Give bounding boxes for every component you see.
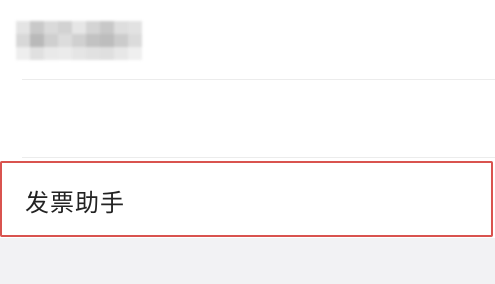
- settings-list-screen: 发票助手: [0, 0, 495, 284]
- obscured-text-block: [16, 21, 142, 60]
- list-item-obscured-2[interactable]: [0, 80, 495, 216]
- section-gap: [0, 238, 495, 284]
- list-item-invoice-assistant[interactable]: 发票助手: [0, 161, 493, 237]
- divider: [22, 157, 495, 158]
- list-item-label: 发票助手: [25, 189, 125, 217]
- list-item-obscured-1[interactable]: [0, 0, 495, 80]
